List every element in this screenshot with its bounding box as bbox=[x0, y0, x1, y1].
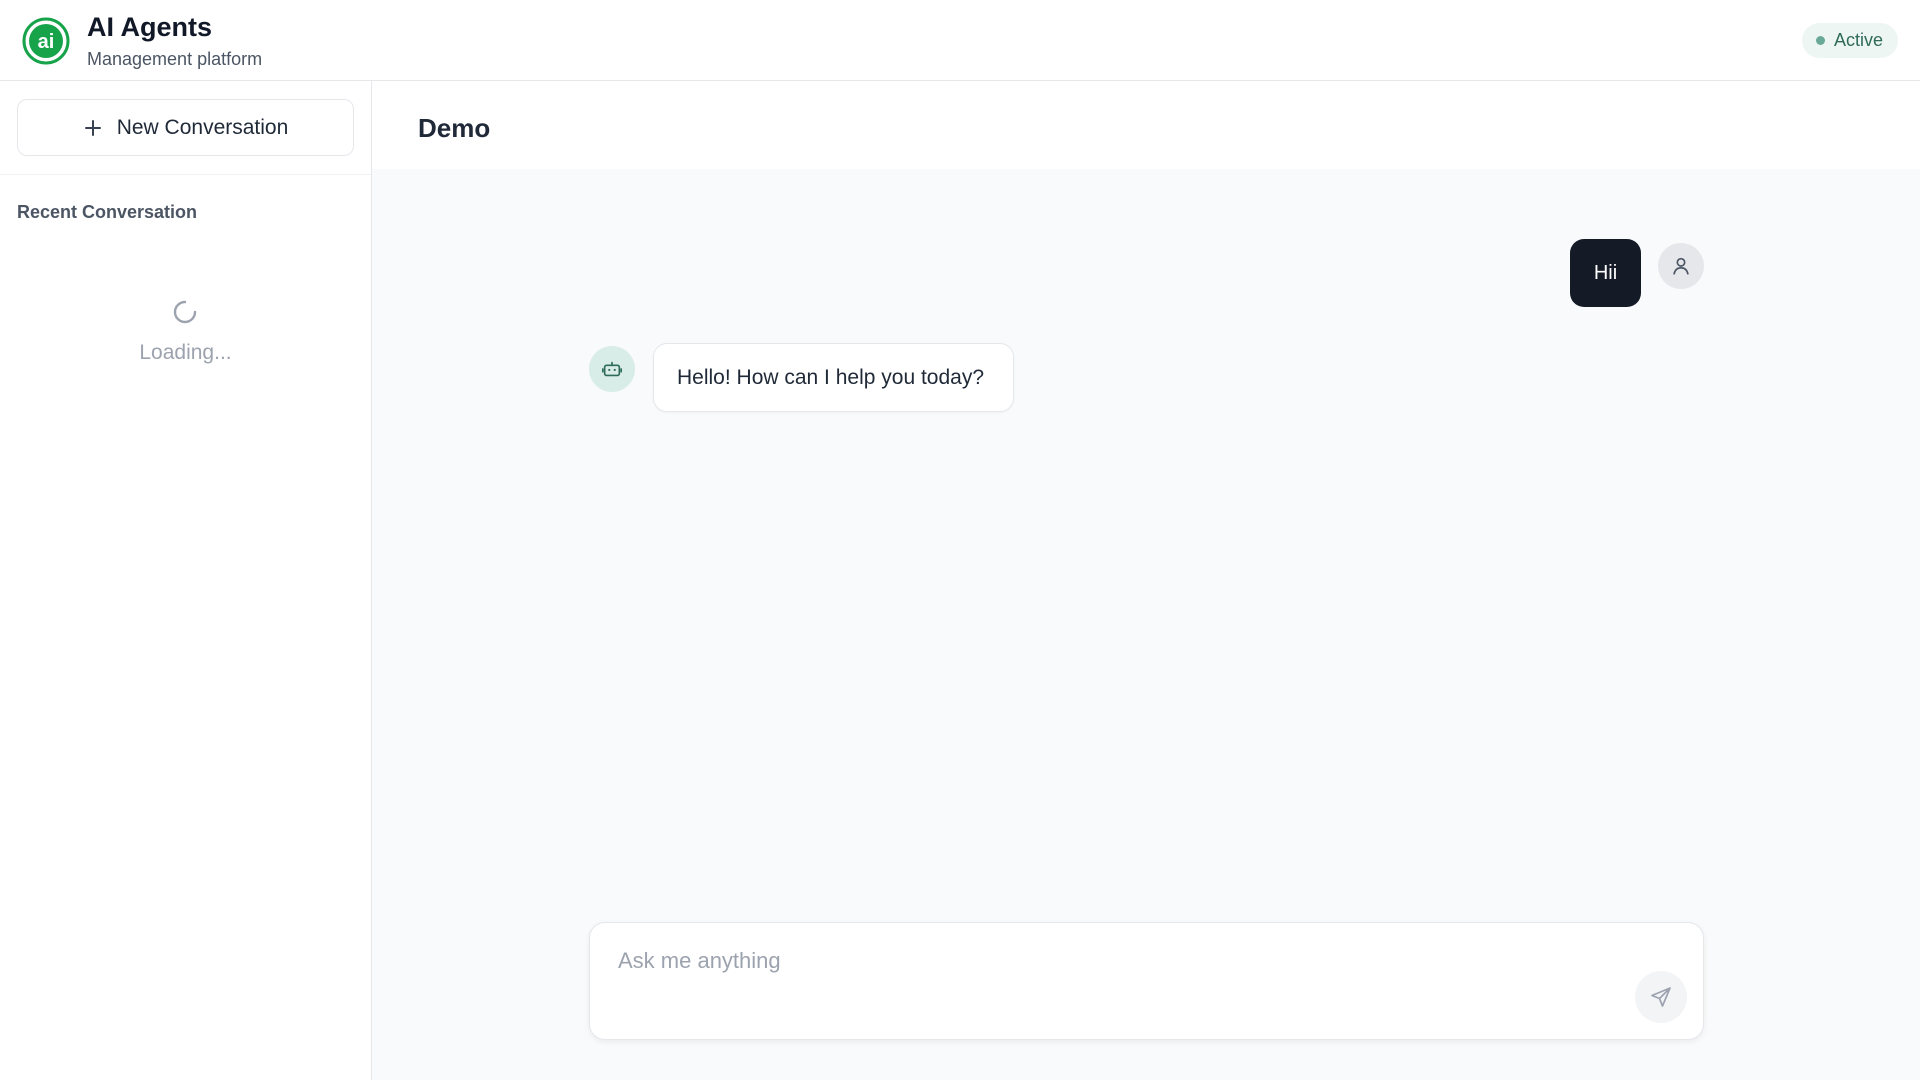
ai-logo-icon[interactable]: ai bbox=[22, 17, 70, 65]
app-title: AI Agents bbox=[87, 12, 213, 42]
spinner-icon bbox=[173, 300, 197, 324]
message-input[interactable] bbox=[618, 941, 1598, 981]
new-conversation-button[interactable]: New Conversation bbox=[17, 99, 354, 156]
plus-icon bbox=[84, 119, 101, 136]
send-icon bbox=[1651, 987, 1671, 1007]
sidebar-divider bbox=[0, 174, 371, 175]
assistant-message-bubble: Hello! How can I help you today? bbox=[653, 343, 1014, 412]
app-subtitle: Management platform bbox=[87, 49, 263, 69]
send-button[interactable] bbox=[1635, 971, 1687, 1023]
message-composer bbox=[589, 922, 1704, 1040]
conversation-header: Demo bbox=[372, 81, 1920, 169]
user-message-bubble: Hii bbox=[1570, 239, 1641, 307]
app-root: ai AI Agents Management platform Active … bbox=[0, 0, 1920, 1080]
conversation-title: Demo bbox=[418, 113, 491, 143]
status-text: Active bbox=[1833, 30, 1883, 50]
status-badge: Active bbox=[1801, 23, 1898, 58]
sidebar: New Conversation Recent Conversation Loa… bbox=[0, 81, 372, 1080]
loading-text: Loading... bbox=[139, 341, 232, 364]
top-header: ai AI Agents Management platform Active bbox=[0, 0, 1920, 81]
new-conversation-label: New Conversation bbox=[116, 115, 289, 139]
user-icon bbox=[1673, 257, 1689, 275]
recent-conversations-heading: Recent Conversation bbox=[17, 202, 198, 222]
bot-icon bbox=[602, 361, 622, 377]
logo-text: ai bbox=[38, 31, 55, 53]
user-avatar bbox=[1658, 243, 1704, 289]
chat-main: Demo Hii Hello! How can I help you today… bbox=[372, 81, 1920, 1080]
assistant-avatar bbox=[589, 346, 635, 392]
status-dot-icon bbox=[1815, 36, 1825, 45]
